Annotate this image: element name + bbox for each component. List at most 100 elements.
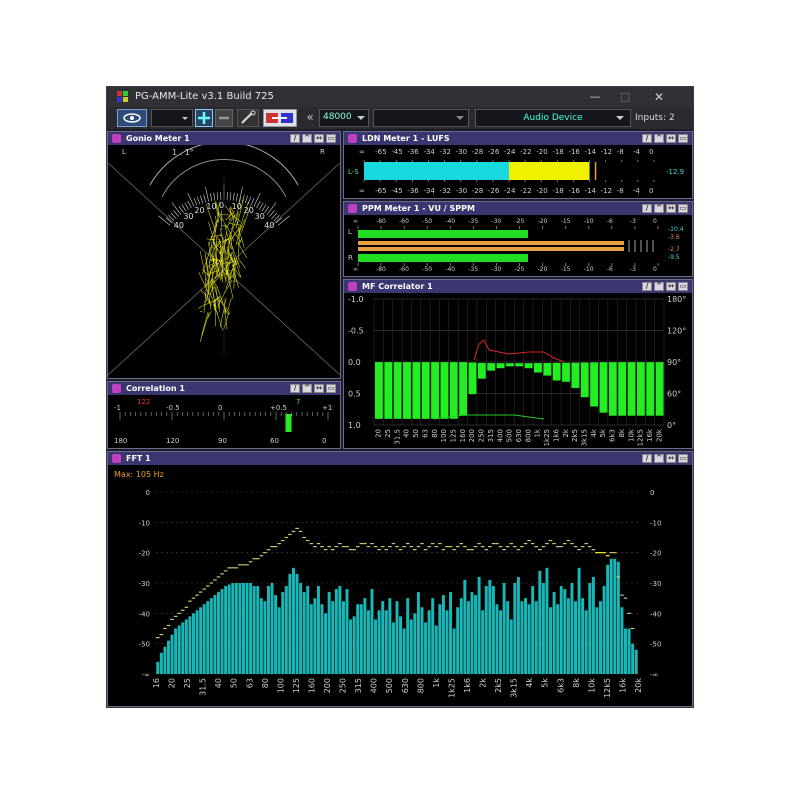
fft-bar <box>431 598 435 674</box>
fft-bar <box>206 601 210 674</box>
fft-bar <box>427 610 431 674</box>
correlator-band-label: 40 <box>403 429 411 438</box>
link-icon[interactable]: ↔ <box>314 384 324 393</box>
correlator-band-label: 200 <box>468 429 476 442</box>
panel-header[interactable]: Correlation 1 / ^ ↔ ▭ <box>108 382 340 395</box>
edit-icon[interactable]: / <box>642 204 652 213</box>
fft-peak-marker <box>513 546 517 548</box>
maximize-button[interactable]: □ <box>615 90 635 104</box>
link-icon[interactable]: ↔ <box>666 282 676 291</box>
correlator-band-label: 10k <box>627 428 635 442</box>
minimize-button[interactable]: — <box>585 90 605 104</box>
ldn-bottom-tick: -26 <box>487 187 500 195</box>
panel-title: Correlation 1 <box>126 384 185 393</box>
ldn-meter <box>363 160 655 182</box>
ldn-bottom-tick: -8 <box>616 187 624 195</box>
close-button[interactable]: ✕ <box>649 90 669 104</box>
correlator-bar <box>515 363 524 367</box>
fft-peak-marker <box>166 624 171 627</box>
home-icon[interactable]: ^ <box>654 134 664 143</box>
fft-bar <box>167 640 170 674</box>
ldn-bottom-tick: -65 <box>375 187 387 195</box>
fft-y-tick-right: -40 <box>650 610 661 618</box>
fft-bar <box>216 592 220 674</box>
correlator-band-label: 2k5 <box>571 429 579 442</box>
fft-peak-marker <box>338 542 342 545</box>
fft-peak-marker <box>156 637 160 639</box>
panel-header[interactable]: Gonio Meter 1 / ^ ↔ ▭ <box>108 132 340 145</box>
edit-icon[interactable]: / <box>290 134 300 143</box>
window-icon[interactable]: ▭ <box>678 282 688 291</box>
fft-peak-marker <box>498 546 503 548</box>
fft-peak-marker <box>366 546 371 548</box>
panel-header[interactable]: MF Correlator 1 / ^ ↔ ▭ <box>344 280 692 293</box>
link-icon[interactable]: ↔ <box>666 134 676 143</box>
fft-y-tick: 0 <box>146 489 150 497</box>
fft-x-label: 630 <box>401 678 410 693</box>
fft-bar <box>352 616 356 674</box>
fft-bar <box>606 564 610 674</box>
fft-peak-marker <box>488 546 492 548</box>
fft-bar <box>499 610 503 674</box>
correlation-bottom-tick: 60 <box>270 437 279 445</box>
edit-icon[interactable]: / <box>642 454 652 463</box>
ldn-top-tick: -36 <box>407 148 419 156</box>
ppm-top-tick: -10 <box>583 218 594 225</box>
remove-meter-button[interactable] <box>215 109 233 127</box>
home-icon[interactable]: ^ <box>302 134 312 143</box>
layout-dropdown[interactable] <box>151 109 193 127</box>
view-eye-button[interactable] <box>117 109 147 127</box>
sample-rate-value: 48000 <box>323 112 352 122</box>
fft-peak-marker <box>613 552 617 554</box>
link-icon[interactable]: ↔ <box>666 204 676 213</box>
link-icon[interactable]: ↔ <box>666 454 676 463</box>
fft-peak-marker <box>563 542 567 545</box>
window-icon[interactable]: ▭ <box>678 454 688 463</box>
add-meter-button[interactable] <box>195 109 213 127</box>
fft-bar <box>256 586 260 674</box>
fft-peak-marker <box>259 555 264 557</box>
home-icon[interactable]: ^ <box>654 204 664 213</box>
audio-device-dropdown[interactable]: Audio Device <box>475 109 631 127</box>
window-icon[interactable]: ▭ <box>326 384 336 393</box>
fft-bar <box>563 589 567 674</box>
panel-header[interactable]: FFT 1 / ^ ↔ ▭ <box>108 452 692 465</box>
correlator-band-label: 800 <box>524 429 532 442</box>
fft-peak-marker <box>473 546 478 548</box>
fft-bar <box>170 634 174 674</box>
gonio-scale-label: 0 <box>219 201 225 210</box>
ldn-bottom-tick: -20 <box>536 187 548 195</box>
panel-header[interactable]: PPM Meter 1 - VU / SPPM / ^ ↔ ▭ <box>344 202 692 215</box>
fft-peak-marker <box>270 546 274 548</box>
wrench-icon <box>241 110 256 124</box>
sample-rate-dropdown[interactable]: 48000 <box>319 109 369 127</box>
fft-bar <box>534 601 538 674</box>
link-icon[interactable]: ↔ <box>314 134 324 143</box>
fft-peak-marker <box>573 546 578 548</box>
fft-bar <box>634 649 638 674</box>
ppm-bottom-tick: 0 <box>653 266 657 273</box>
edit-icon[interactable]: / <box>290 384 300 393</box>
routing-button[interactable] <box>263 109 297 127</box>
home-icon[interactable]: ^ <box>302 384 312 393</box>
window-icon[interactable]: ▭ <box>678 134 688 143</box>
ldn-top-tick: -24 <box>504 148 516 156</box>
panel-header[interactable]: LDN Meter 1 - LUFS / ^ ↔ ▭ <box>344 132 692 145</box>
fft-bar <box>531 586 535 674</box>
edit-icon[interactable]: / <box>642 282 652 291</box>
collapse-button[interactable]: « <box>303 109 317 127</box>
home-icon[interactable]: ^ <box>654 282 664 291</box>
fft-peak-marker <box>216 576 221 578</box>
fft-bar <box>399 616 403 674</box>
correlator-bar <box>608 362 617 416</box>
fft-peak-marker <box>298 530 303 533</box>
channel-dropdown[interactable] <box>373 109 469 127</box>
fft-peak-marker <box>527 539 531 542</box>
home-icon[interactable]: ^ <box>654 454 664 463</box>
tools-button[interactable] <box>237 109 259 127</box>
window-icon[interactable]: ▭ <box>326 134 336 143</box>
fft-bar <box>620 607 624 674</box>
window-icon[interactable]: ▭ <box>678 204 688 213</box>
fft-peak-marker <box>491 542 496 545</box>
edit-icon[interactable]: / <box>642 134 652 143</box>
